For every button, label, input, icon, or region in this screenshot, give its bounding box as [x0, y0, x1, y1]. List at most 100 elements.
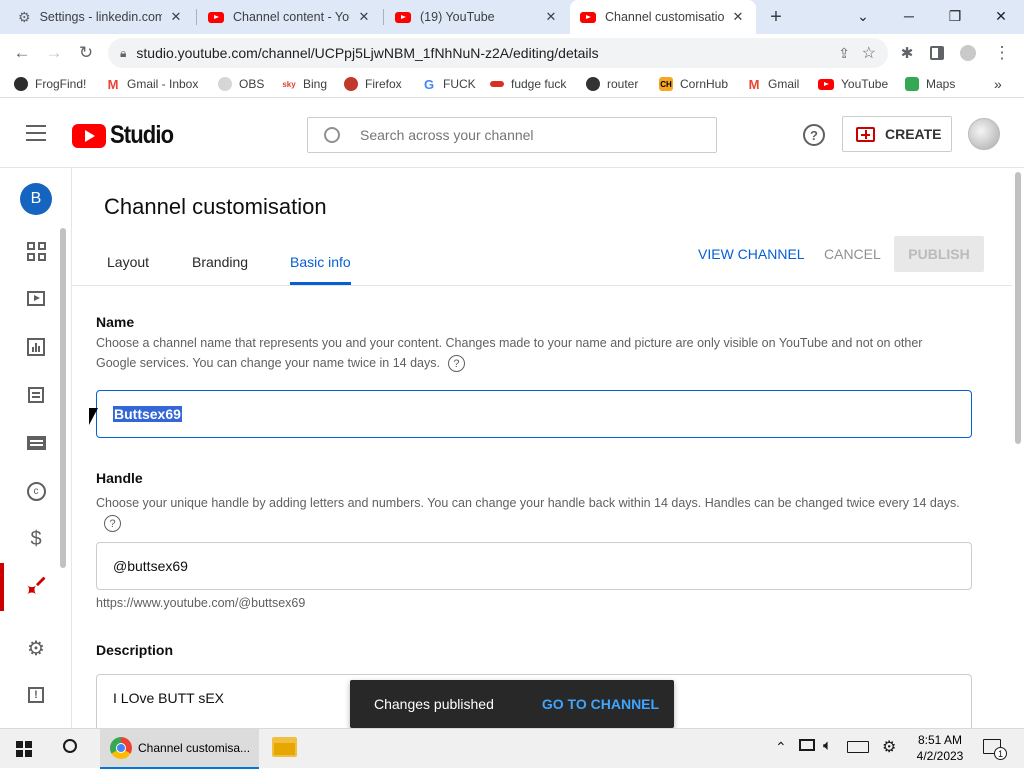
side-panel-icon[interactable]: [922, 34, 952, 72]
create-label: CREATE: [885, 126, 942, 142]
gear-icon: ⚙: [27, 637, 45, 660]
view-channel-button[interactable]: VIEW CHANNEL: [698, 246, 805, 262]
browser-tab-channel-customisation[interactable]: Channel customisation ✕: [570, 0, 756, 34]
firefox-icon: [344, 77, 358, 91]
windows-start-icon[interactable]: [16, 741, 32, 757]
account-avatar[interactable]: [968, 118, 1000, 150]
file-explorer-icon[interactable]: [272, 737, 297, 757]
sidebar-item-settings[interactable]: ⚙: [0, 624, 72, 672]
main-scrollbar-thumb[interactable]: [1015, 172, 1021, 444]
youtube-icon: [580, 11, 596, 23]
back-arrow-icon[interactable]: ←: [7, 34, 37, 72]
maximize-icon[interactable]: ❐: [932, 0, 978, 32]
bookmark-frogfind[interactable]: FrogFind!: [14, 72, 86, 96]
name-value: Buttsex69: [113, 406, 182, 422]
bookmark-youtube[interactable]: YouTube: [818, 72, 888, 96]
close-icon[interactable]: ✕: [356, 9, 372, 25]
name-heading: Name: [96, 314, 135, 330]
globe-icon: [586, 77, 600, 91]
taskbar-chrome-button[interactable]: Channel customisa...: [100, 729, 259, 769]
tab-search-chevron-icon[interactable]: ⌄: [840, 0, 886, 32]
bookmark-fuck[interactable]: G FUCK: [422, 72, 476, 96]
rail-scrollbar[interactable]: [60, 228, 66, 568]
browser-toolbar: ← → ↻ 🔒︎ studio.youtube.com/channel/UCPp…: [0, 34, 1024, 72]
close-icon[interactable]: ✕: [543, 9, 559, 25]
keyboard-icon[interactable]: [847, 741, 869, 753]
browser-tab-youtube[interactable]: (19) YouTube ✕: [385, 0, 569, 34]
help-icon[interactable]: ?: [803, 124, 825, 146]
address-bar[interactable]: 🔒︎ studio.youtube.com/channel/UCPpj5LjwN…: [108, 38, 888, 68]
snackbar: Changes published GO TO CHANNEL: [350, 680, 674, 728]
description-heading: Description: [96, 642, 174, 658]
studio-header: Studio ? CREATE: [0, 99, 1024, 168]
share-icon[interactable]: ⇪: [838, 45, 850, 62]
help-icon[interactable]: ?: [104, 515, 121, 533]
browser-menu-kebab-icon[interactable]: ⋮: [987, 34, 1017, 72]
clock-date: 4/2/2023: [916, 749, 964, 763]
name-description: Choose a channel name that represents yo…: [96, 333, 966, 373]
search-icon[interactable]: [63, 739, 77, 753]
browser-tab-settings[interactable]: ⚙ Settings - linkedin.com ✕: [8, 0, 194, 34]
feedback-icon: !: [28, 687, 44, 703]
bookmark-bing[interactable]: sky Bing: [282, 72, 327, 96]
tab-title: Channel customisation: [605, 10, 724, 24]
bookmark-router[interactable]: router: [586, 72, 638, 96]
comments-icon: [28, 387, 44, 403]
close-window-icon[interactable]: ✕: [978, 0, 1024, 32]
studio-search-bar[interactable]: [307, 117, 717, 153]
cancel-button[interactable]: CANCEL: [824, 246, 881, 262]
go-to-channel-button[interactable]: GO TO CHANNEL: [542, 696, 659, 712]
publish-button[interactable]: PUBLISH: [894, 236, 984, 272]
mouse-pointer-icon: [89, 408, 98, 425]
extensions-puzzle-icon[interactable]: ✱: [892, 34, 922, 72]
description-value: I LOve BUTT sEX: [113, 690, 224, 706]
channel-avatar[interactable]: B: [20, 183, 52, 215]
search-input[interactable]: [360, 127, 690, 143]
close-icon[interactable]: ✕: [168, 9, 184, 25]
browser-tab-channel-content[interactable]: Channel content - YouTube ✕: [198, 0, 382, 34]
cornhub-icon: CH: [659, 77, 673, 91]
close-icon[interactable]: ✕: [730, 9, 746, 25]
volume-icon[interactable]: 🔈︎: [823, 737, 832, 754]
minimize-icon[interactable]: ─: [886, 0, 932, 32]
page-title: Channel customisation: [104, 194, 327, 219]
bookmark-gmail[interactable]: M Gmail: [747, 72, 799, 96]
handle-field[interactable]: @buttsex69: [96, 542, 972, 590]
new-tab-plus-icon[interactable]: +: [762, 4, 790, 30]
forward-arrow-icon[interactable]: →: [39, 34, 69, 72]
obs-icon: [218, 77, 232, 91]
tab-basic-info[interactable]: Basic info: [290, 254, 351, 270]
system-clock[interactable]: 8:51 AM 4/2/2023: [910, 732, 970, 764]
bookmark-cornhub[interactable]: CH CornHub: [659, 72, 728, 96]
subtitles-icon: [26, 436, 46, 450]
more-bookmarks-chevron-icon[interactable]: »: [994, 72, 1002, 96]
hamburger-menu-icon[interactable]: [26, 125, 46, 141]
sidebar-item-feedback[interactable]: !: [0, 671, 72, 719]
create-button[interactable]: CREATE: [842, 116, 952, 152]
create-video-icon: [856, 126, 875, 142]
help-icon[interactable]: ?: [447, 355, 465, 373]
snackbar-message: Changes published: [374, 696, 494, 712]
bookmark-firefox[interactable]: Firefox: [344, 72, 402, 96]
gmail-icon: M: [747, 76, 761, 92]
tab-title: Channel content - YouTube: [233, 10, 350, 24]
settings-gear-icon[interactable]: ⚙: [882, 737, 896, 757]
youtube-studio-logo[interactable]: Studio: [72, 121, 182, 150]
bookmark-fudge-fuck[interactable]: fudge fuck: [490, 72, 566, 96]
reload-icon[interactable]: ↻: [71, 34, 101, 72]
bookmark-obs[interactable]: OBS: [218, 72, 264, 96]
bookmark-star-icon[interactable]: ☆: [862, 43, 876, 63]
sidebar-item-customisation[interactable]: ✦━: [0, 563, 72, 611]
network-icon[interactable]: [799, 739, 815, 751]
main-scrollbar-track[interactable]: [1012, 168, 1024, 728]
show-hidden-icons-chevron-icon[interactable]: ⌃: [775, 739, 787, 756]
notification-count-badge: 1: [994, 747, 1007, 760]
bookmark-maps[interactable]: Maps: [905, 72, 955, 96]
studio-left-rail: B c $ ✦━ ⚙ !: [0, 168, 72, 728]
bookmark-gmail-inbox[interactable]: M Gmail - Inbox: [106, 72, 198, 96]
handle-description: Choose your unique handle by adding lett…: [96, 493, 966, 533]
name-field[interactable]: Buttsex69: [96, 390, 972, 438]
tab-branding[interactable]: Branding: [192, 254, 248, 270]
tab-layout[interactable]: Layout: [107, 254, 149, 270]
profile-icon[interactable]: [953, 34, 983, 72]
